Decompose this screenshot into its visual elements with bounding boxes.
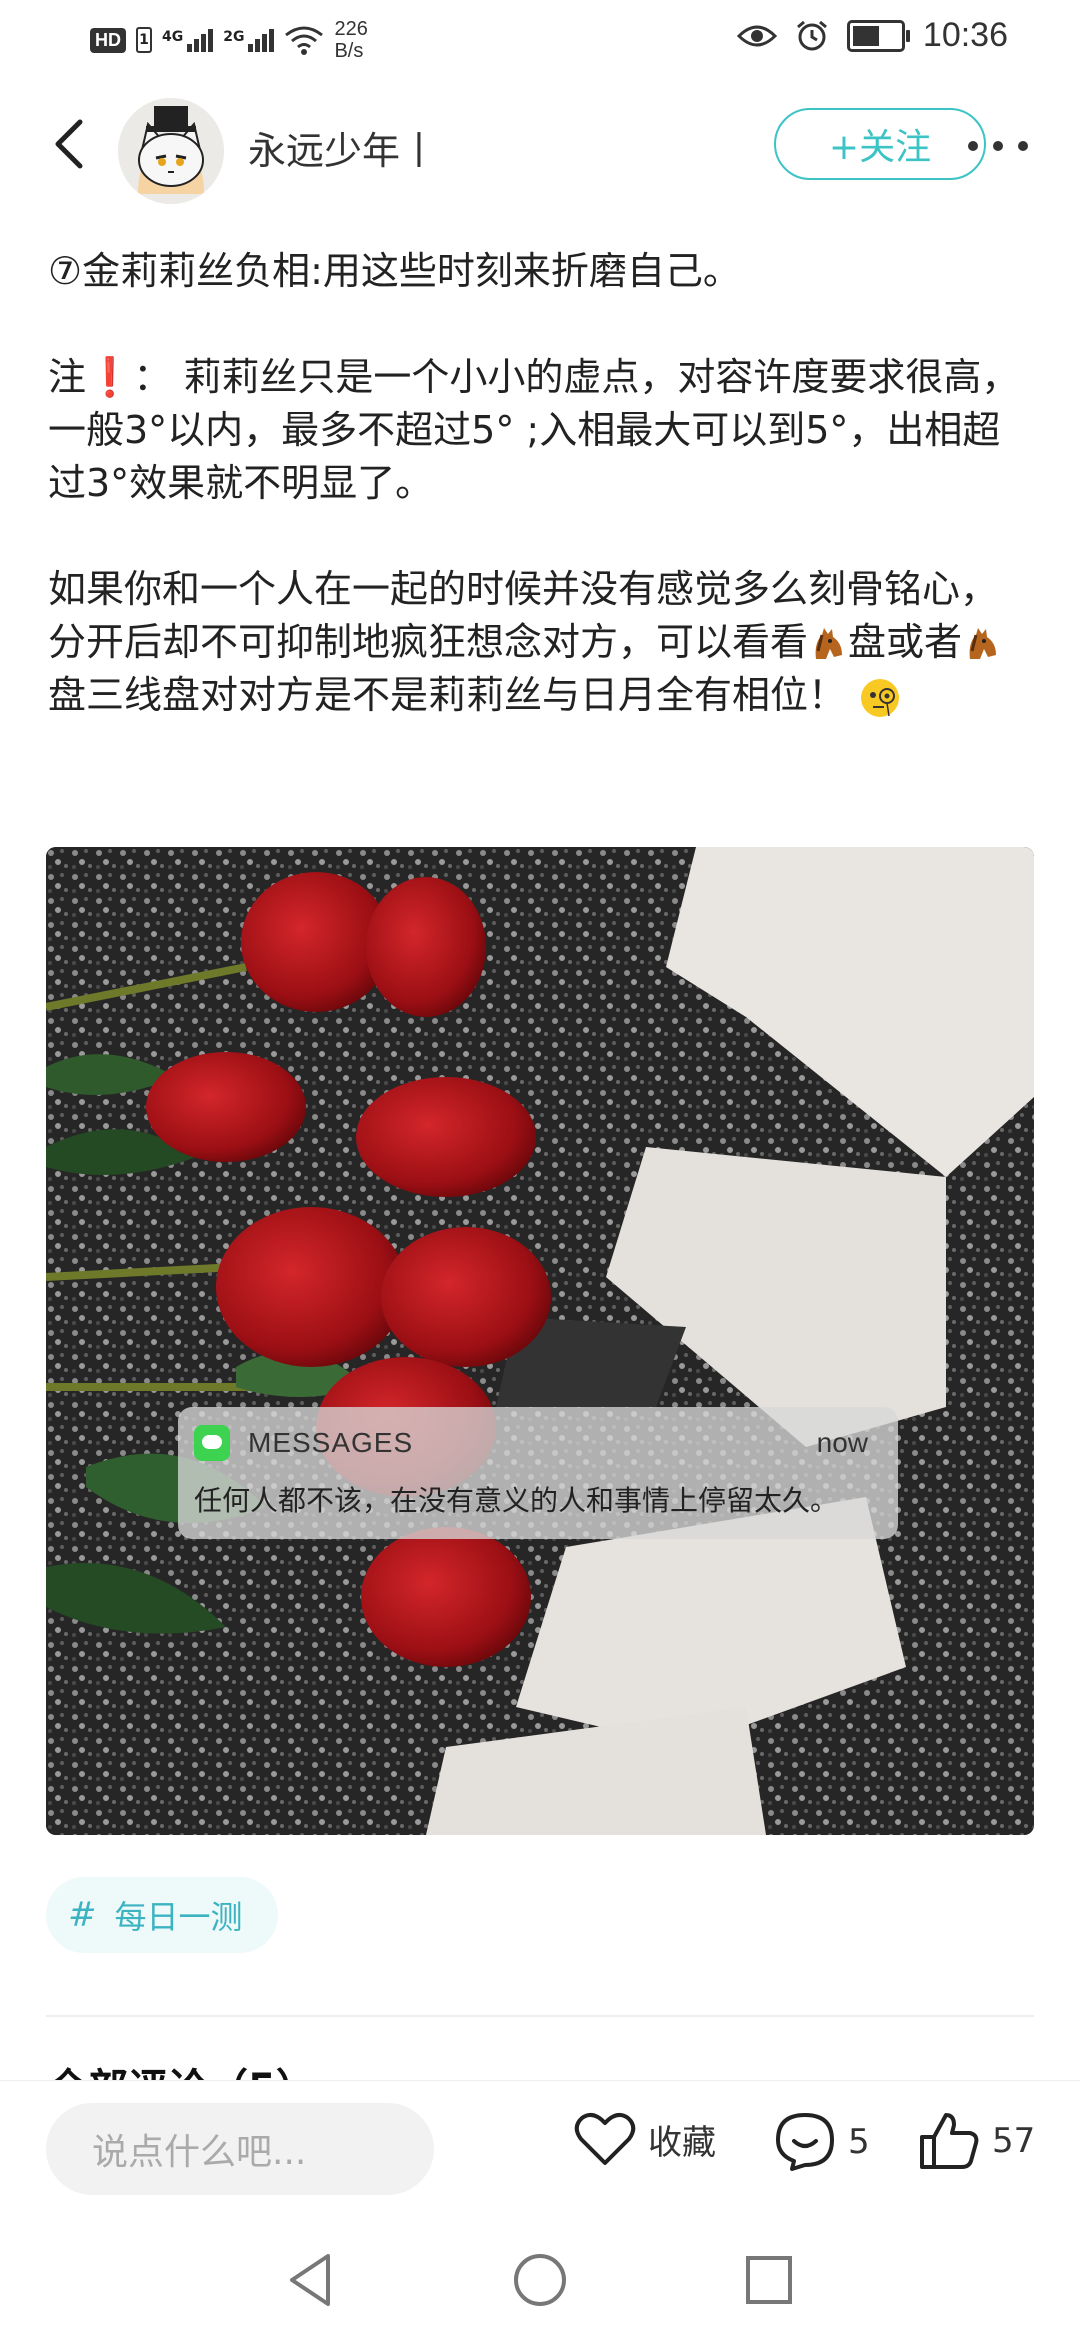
roses-photo (46, 847, 1034, 1835)
nav-home-icon[interactable] (512, 2252, 568, 2308)
notification-text: 任何人都不该，在没有意义的人和事情上停留太久。 (194, 1484, 839, 1517)
nav-back-icon[interactable] (286, 2252, 336, 2308)
monocle-face-icon (861, 678, 900, 717)
topic-tag-label: 每日一测 (114, 1898, 243, 1936)
system-nav-bar (0, 2210, 1080, 2340)
comment-button[interactable]: 5 (774, 2111, 870, 2173)
favorite-button[interactable]: 收藏 (574, 2111, 716, 2167)
notification-app-name: MESSAGES (248, 1427, 414, 1458)
heart-icon (574, 2112, 636, 2165)
bottom-action-bar: 说点什么吧... 收藏 5 57 (0, 2080, 1080, 2201)
avatar-cat-icon (118, 98, 224, 204)
signal-icon: 4G (162, 28, 214, 52)
comments-header: 全部评论（5） (48, 2056, 316, 2080)
net-speed-value: 226 (334, 18, 368, 40)
follow-button[interactable]: +关注 (774, 108, 986, 180)
post-note: 注❗️： 莉莉丝只是一个小小的虚点，对容许度要求很高，一般3°以内，最多不超过5… (48, 355, 1020, 505)
like-count: 57 (992, 2121, 1036, 2161)
message-notification: MESSAGES now 任何人都不该，在没有意义的人和事情上停留太久。 (178, 1407, 898, 1539)
signal-icon-2: 2G (223, 28, 275, 52)
status-bar: HD 1 4G 2G 226 B/s 10:36 (0, 0, 1080, 80)
thumbs-up-icon (920, 2113, 979, 2169)
horse-face-icon (969, 627, 997, 659)
nav-recents-icon[interactable] (744, 2252, 794, 2308)
topic-tag[interactable]: # 每日一测 (46, 1877, 278, 1953)
comment-bubble-icon (776, 2113, 834, 2171)
comment-count: 5 (848, 2122, 870, 2162)
post-line-1: ⑦金莉莉丝负相:用这些时刻来折磨自己。 (48, 249, 741, 293)
back-button[interactable] (46, 114, 96, 174)
more-dot-icon (968, 141, 978, 151)
more-button[interactable] (968, 126, 1028, 166)
post-body: ⑦金莉莉丝负相:用这些时刻来折磨自己。 注❗️： 莉莉丝只是一个小小的虚点，对容… (48, 245, 1023, 722)
battery-icon (846, 19, 910, 52)
net-speed-unit: B/s (334, 40, 364, 62)
username[interactable]: 永远少年丨 (248, 120, 438, 175)
chevron-left-icon (55, 119, 83, 169)
battery-fill (852, 25, 879, 46)
more-dot-icon (993, 141, 1003, 151)
network-type-2: 2G (223, 28, 245, 45)
sim-badge: 1 (136, 27, 152, 53)
post-paragraph-3: 如果你和一个人在一起的时候并没有感觉多么刻骨铭心，分开后却不可抑制地疯狂想念对方… (48, 563, 1023, 722)
post-image[interactable]: MESSAGES now 任何人都不该，在没有意义的人和事情上停留太久。 (46, 847, 1034, 1835)
eye-icon (736, 25, 777, 46)
divider (46, 2015, 1034, 2017)
more-dot-icon (1018, 141, 1028, 151)
hd-badge: HD (90, 27, 126, 53)
avatar[interactable] (118, 98, 224, 204)
post-paragraph-3c: 盘三线盘对对方是不是莉莉丝与日月全有相位！ (48, 673, 847, 717)
messages-app-icon (194, 1425, 230, 1461)
wifi-icon (285, 26, 324, 55)
comment-input[interactable]: 说点什么吧... (46, 2103, 434, 2195)
like-button[interactable]: 57 (918, 2111, 1035, 2171)
alarm-icon (796, 20, 827, 50)
post-paragraph-3b: 盘或者 (848, 620, 963, 664)
network-type: 4G (162, 28, 184, 45)
favorite-label: 收藏 (648, 2122, 716, 2163)
notification-time: now (816, 1427, 868, 1458)
post-header: 永远少年丨 +关注 (0, 90, 1080, 204)
horse-face-icon (815, 627, 843, 659)
hashtag-icon: # (68, 1895, 97, 1935)
clock: 10:36 (922, 16, 1008, 54)
net-speed: 226 B/s (334, 18, 367, 62)
